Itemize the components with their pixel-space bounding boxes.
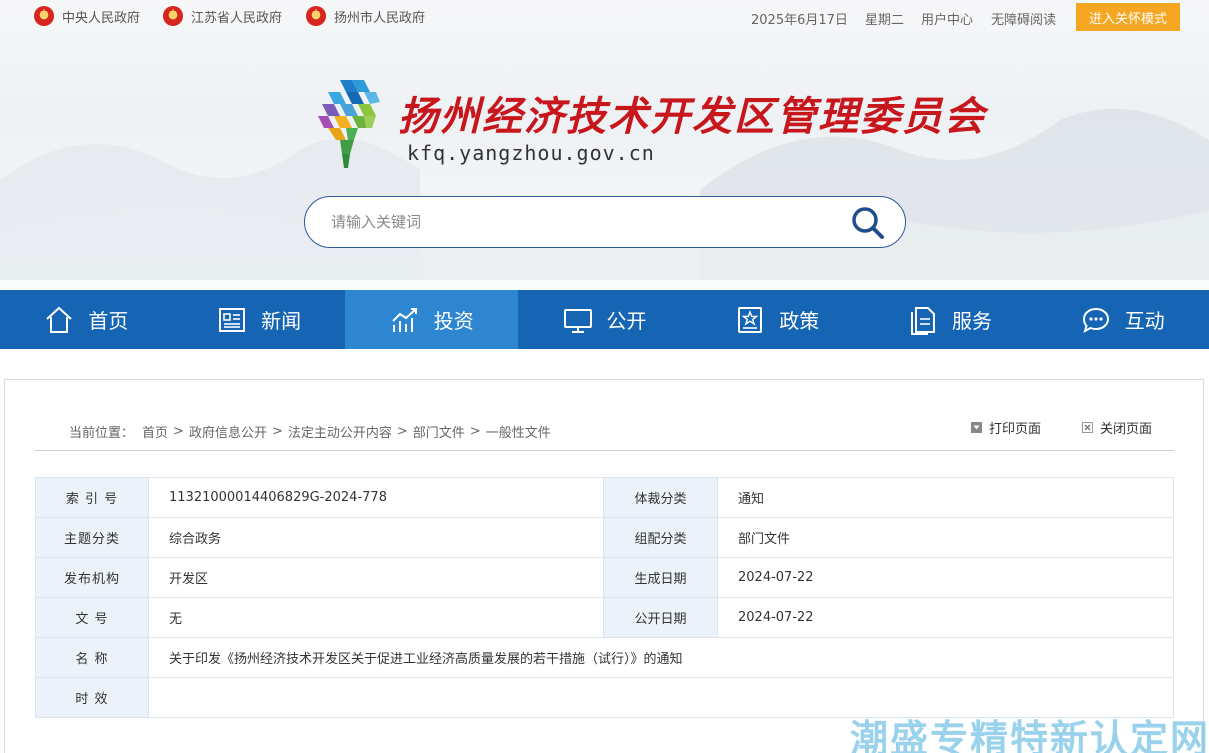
nav-item-invest[interactable]: 投资 xyxy=(345,290,519,349)
nav-label-service: 服务 xyxy=(951,309,992,333)
central-gov-label: 中央人民政府 xyxy=(62,10,141,26)
nav-item-policy[interactable]: 政策 xyxy=(691,290,864,349)
issuer-label: 发布机构 xyxy=(35,557,149,598)
breadcrumb: 当前位置： 首页 > 政府信息公开 > 法定主动公开内容 > 部门文件 > 一般… xyxy=(69,422,551,441)
jiangsu-gov-label: 江苏省人民政府 xyxy=(191,10,283,26)
document-meta-table: 索 引 号 11321000014406829G-2024-778 体裁分类 通… xyxy=(35,477,1174,718)
site-title: 扬州经济技术开发区管理委员会 xyxy=(398,93,986,140)
close-page-button[interactable]: 关闭页面 xyxy=(1082,418,1152,437)
watermark-text: 潮盛专精特新认定网 xyxy=(850,717,1209,753)
close-page-label: 关闭页面 xyxy=(1100,422,1153,437)
monitor-icon xyxy=(563,308,592,333)
published-date-value: 2024-07-22 xyxy=(717,597,1174,638)
breadcrumb-item-home[interactable]: 首页 xyxy=(142,422,168,441)
content-panel: 当前位置： 首页 > 政府信息公开 > 法定主动公开内容 > 部门文件 > 一般… xyxy=(4,379,1204,753)
site-domain: kfq.yangzhou.gov.cn xyxy=(407,141,655,165)
nav-label-policy: 政策 xyxy=(779,309,820,333)
invest-chart-icon xyxy=(392,307,417,332)
doc-name-label: 名 称 xyxy=(35,637,149,678)
config-value: 部门文件 xyxy=(717,517,1174,558)
nav-item-home[interactable]: 首页 xyxy=(0,290,173,349)
top-bar: 中央人民政府 江苏省人民政府 扬州市人民政府 2025年6月17日 星期二 用户… xyxy=(0,0,1209,34)
print-page-button[interactable]: 打印页面 xyxy=(971,418,1041,437)
national-emblem-icon xyxy=(34,6,54,26)
central-gov-link[interactable]: 中央人民政府 xyxy=(34,4,140,28)
user-center-link[interactable]: 用户中心 xyxy=(921,9,973,28)
print-icon xyxy=(971,422,982,433)
national-emblem-icon xyxy=(306,6,326,26)
breadcrumb-item-dept-docs[interactable]: 部门文件 xyxy=(413,422,465,441)
nav-label-news: 新闻 xyxy=(261,309,302,333)
search-icon[interactable] xyxy=(850,205,886,241)
topic-label: 主题分类 xyxy=(35,517,149,558)
table-row: 名 称 关于印发《扬州经济技术开发区关于促进工业经济高质量发展的若干措施（试行）… xyxy=(35,637,1174,678)
news-icon xyxy=(219,307,246,332)
validity-label: 时 效 xyxy=(35,677,149,718)
site-logo-icon xyxy=(318,80,380,168)
issuer-value: 开发区 xyxy=(148,557,604,598)
table-row: 文 号 无 公开日期 2024-07-22 xyxy=(35,597,1174,638)
print-page-label: 打印页面 xyxy=(989,422,1042,437)
breadcrumb-item-gov-info[interactable]: 政府信息公开 xyxy=(189,422,267,441)
breadcrumb-item-general-docs[interactable]: 一般性文件 xyxy=(486,422,551,441)
created-date-value: 2024-07-22 xyxy=(717,557,1174,598)
chat-icon xyxy=(1082,307,1109,333)
index-no-value: 11321000014406829G-2024-778 xyxy=(148,477,604,518)
nav-item-news[interactable]: 新闻 xyxy=(173,290,346,349)
home-icon xyxy=(46,306,73,333)
genre-value: 通知 xyxy=(717,477,1174,518)
nav-item-service[interactable]: 服务 xyxy=(864,290,1037,349)
doc-no-label: 文 号 xyxy=(35,597,149,638)
national-emblem-icon xyxy=(163,6,183,26)
nav-label-open: 公开 xyxy=(606,309,647,333)
breadcrumb-separator: > xyxy=(173,424,184,439)
breadcrumb-separator: > xyxy=(271,424,283,439)
table-row: 主题分类 综合政务 组配分类 部门文件 xyxy=(35,517,1174,558)
yangzhou-gov-label: 扬州市人民政府 xyxy=(334,10,426,26)
topic-value: 综合政务 xyxy=(148,517,604,558)
breadcrumb-prefix: 当前位置： xyxy=(69,426,135,441)
search-input[interactable] xyxy=(331,207,831,237)
table-row: 索 引 号 11321000014406829G-2024-778 体裁分类 通… xyxy=(35,477,1174,518)
current-weekday: 星期二 xyxy=(865,13,905,28)
nav-item-open[interactable]: 公开 xyxy=(518,290,691,349)
published-date-label: 公开日期 xyxy=(603,597,718,638)
nav-label-home: 首页 xyxy=(88,309,129,333)
nav-label-invest: 投资 xyxy=(433,309,474,333)
current-date: 2025年6月17日 xyxy=(751,13,848,28)
breadcrumb-separator: > xyxy=(469,424,481,439)
care-mode-button[interactable]: 进入关怀模式 xyxy=(1076,3,1180,31)
document-icon xyxy=(910,306,935,335)
genre-label: 体裁分类 xyxy=(603,477,718,518)
nav-label-interact: 互动 xyxy=(1124,309,1165,333)
breadcrumb-item-legal-content[interactable]: 法定主动公开内容 xyxy=(288,422,392,441)
table-row: 发布机构 开发区 生成日期 2024-07-22 xyxy=(35,557,1174,598)
jiangsu-gov-link[interactable]: 江苏省人民政府 xyxy=(163,4,282,28)
divider xyxy=(35,450,1174,451)
close-icon xyxy=(1082,422,1093,433)
yangzhou-gov-link[interactable]: 扬州市人民政府 xyxy=(306,4,425,28)
doc-no-value: 无 xyxy=(148,597,604,638)
created-date-label: 生成日期 xyxy=(603,557,718,598)
config-label: 组配分类 xyxy=(603,517,718,558)
breadcrumb-separator: > xyxy=(396,424,408,439)
policy-book-icon xyxy=(738,306,763,333)
main-nav: 首页 新闻 投资 公开 政策 服务 互动 xyxy=(0,290,1209,349)
search-bar xyxy=(304,196,906,248)
doc-name-value: 关于印发《扬州经济技术开发区关于促进工业经济高质量发展的若干措施（试行）》的通知 xyxy=(148,637,1174,678)
index-no-label: 索 引 号 xyxy=(35,477,149,518)
nav-item-interact[interactable]: 互动 xyxy=(1036,290,1209,349)
accessible-reading-link[interactable]: 无障碍阅读 xyxy=(991,9,1056,28)
